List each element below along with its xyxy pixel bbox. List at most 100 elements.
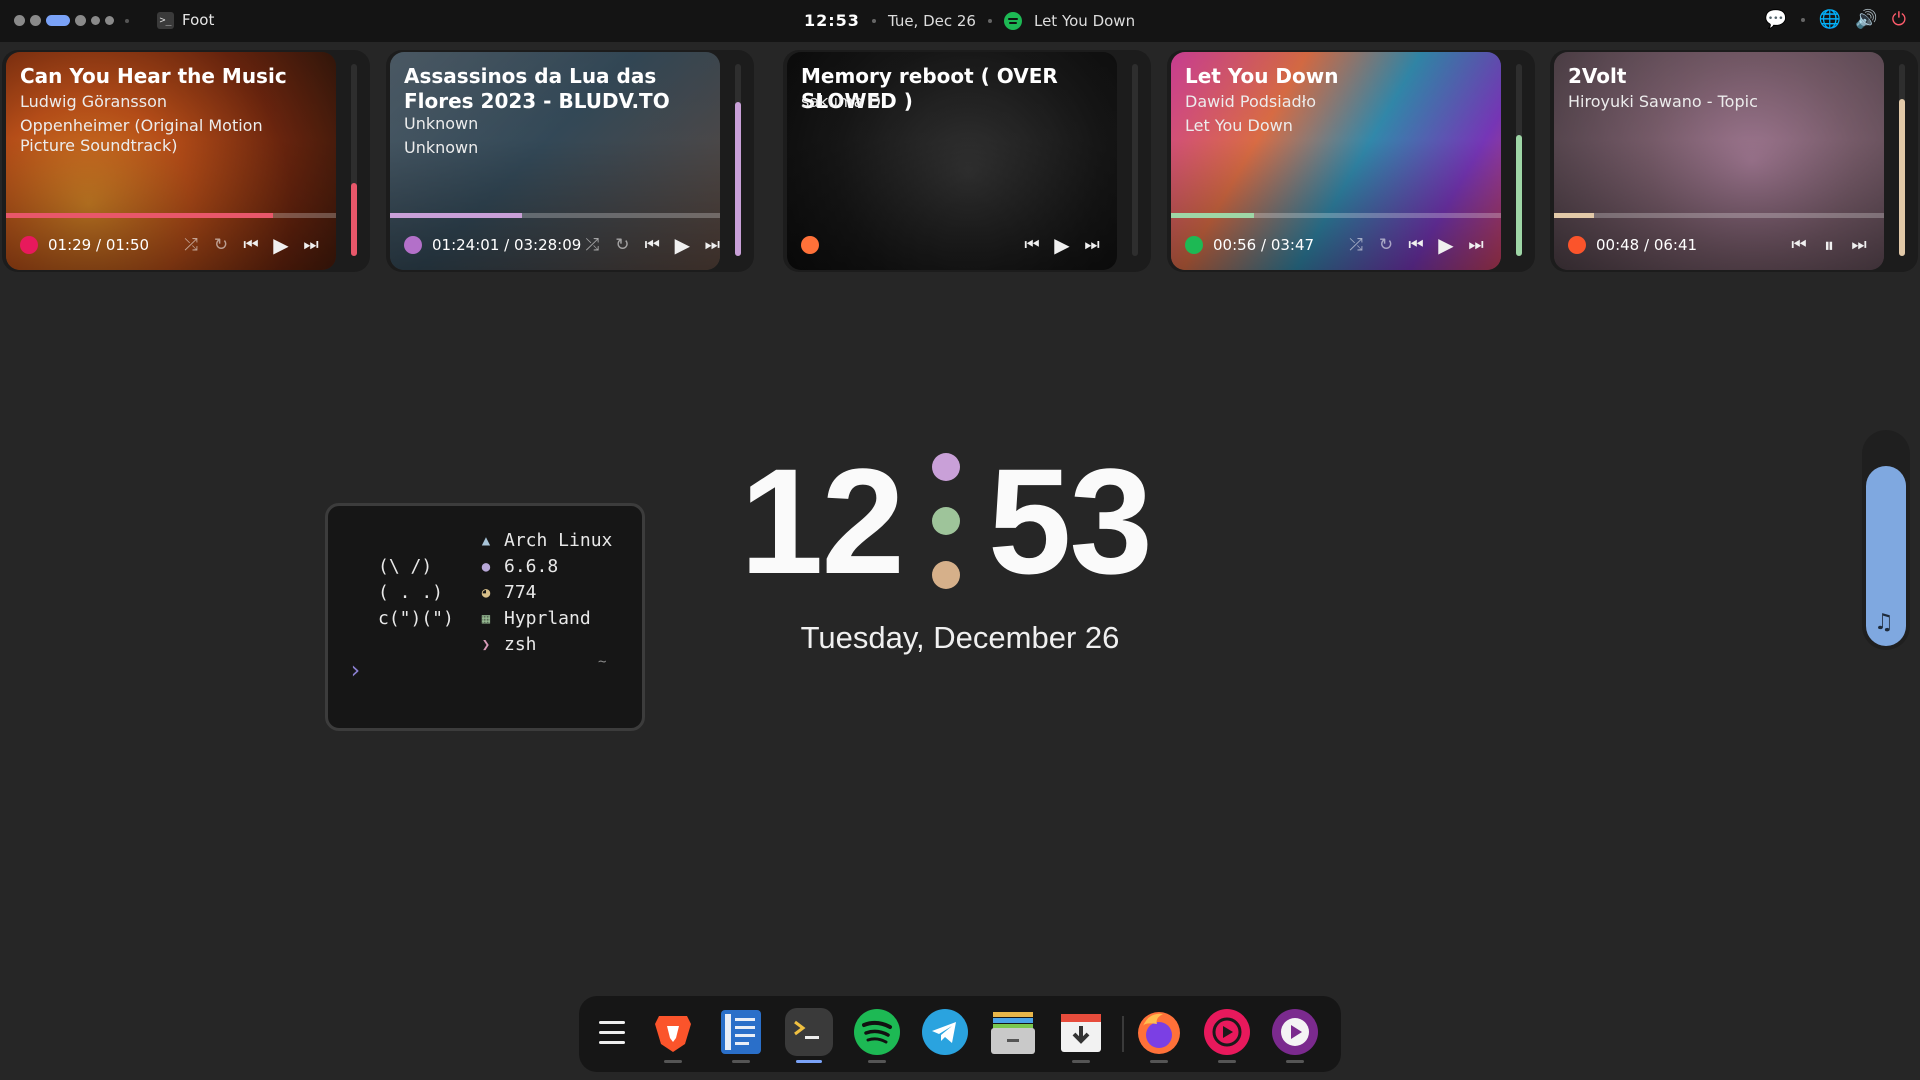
separator-dot xyxy=(987,18,992,23)
prompt-chevron-icon: › xyxy=(348,656,363,684)
info-row-shell: ❯ zsh xyxy=(478,632,612,658)
volume-slider[interactable] xyxy=(1132,64,1138,256)
track-album: Oppenheimer (Original Motion Picture Sou… xyxy=(20,116,263,155)
volume-icon[interactable]: 🔊 xyxy=(1855,9,1877,30)
firefox-icon[interactable] xyxy=(1135,1008,1183,1056)
media-player-icon[interactable] xyxy=(1271,1008,1319,1056)
player-controls: 00:48 / 06:41 ⏮ ⏸ ⏭ xyxy=(1568,234,1870,256)
repeat-button[interactable]: ↻ xyxy=(611,234,633,256)
progress-bar[interactable] xyxy=(1554,213,1884,218)
play-button[interactable]: ▶ xyxy=(1435,234,1457,256)
next-button[interactable]: ⏭ xyxy=(1848,234,1870,256)
track-title: 2Volt xyxy=(1568,64,1627,88)
terminal-icon: >_ xyxy=(157,11,174,29)
progress-bar[interactable] xyxy=(1171,213,1501,218)
album-art: 2Volt Hiroyuki Sawano - Topic 00:48 / 06:4… xyxy=(1554,52,1884,270)
previous-button[interactable]: ⏮ xyxy=(641,234,663,256)
next-button[interactable]: ⏭ xyxy=(701,234,720,256)
text-editor-icon[interactable] xyxy=(717,1008,765,1056)
workspace-dot[interactable] xyxy=(91,16,100,25)
workspace-dot[interactable] xyxy=(105,16,114,25)
repeat-button[interactable]: ↻ xyxy=(1375,234,1397,256)
downloader-icon[interactable] xyxy=(1057,1008,1105,1056)
track-artist: sakuma D xyxy=(801,92,881,111)
album-art: Can You Hear the Music Ludwig Göransson Op… xyxy=(6,52,336,270)
files-icon[interactable] xyxy=(989,1008,1037,1056)
play-button[interactable]: ▶ xyxy=(671,234,693,256)
arch-linux-icon: ▲ xyxy=(481,533,491,549)
media-card[interactable]: Let You Down Dawid Podsiadło Let You Down 0… xyxy=(1167,50,1535,272)
power-icon[interactable]: ⏻ xyxy=(1892,9,1906,30)
info-row-wm: ▦ Hyprland xyxy=(478,606,612,632)
repeat-button[interactable]: ↻ xyxy=(210,234,232,256)
play-button[interactable]: ▶ xyxy=(270,234,292,256)
progress-fill xyxy=(390,213,522,218)
volume-fill xyxy=(1899,98,1905,256)
center-status[interactable]: 12:53 Tue, Dec 26 Let You Down xyxy=(804,11,1135,30)
shuffle-button[interactable]: ⤮ xyxy=(581,234,603,256)
workspace-indicator xyxy=(14,15,129,26)
track-artist: Dawid Podsiadło xyxy=(1185,92,1316,111)
previous-button[interactable]: ⏮ xyxy=(1021,234,1043,256)
player-controls: 01:24:01 / 03:28:09 ⤮ ↻ ⏮ ▶ ⏭ xyxy=(404,234,720,256)
dock-indicator xyxy=(1286,1060,1304,1063)
progress-bar[interactable] xyxy=(390,213,720,218)
foot-terminal-icon[interactable] xyxy=(785,1008,833,1056)
dock-indicator xyxy=(1150,1060,1168,1063)
pause-button[interactable]: ⏸ xyxy=(1818,234,1840,256)
progress-bar[interactable] xyxy=(6,213,336,218)
previous-button[interactable]: ⏮ xyxy=(1405,234,1427,256)
info-packages: 774 xyxy=(504,582,537,603)
dock-indicator xyxy=(1072,1060,1090,1063)
volume-slider[interactable] xyxy=(351,64,357,256)
dock-indicator xyxy=(732,1060,750,1063)
info-kernel: 6.6.8 xyxy=(504,556,559,577)
desktop-clock: 12 53 xyxy=(740,436,1180,606)
active-window[interactable]: >_ Foot xyxy=(157,11,214,29)
music-note-icon: ♫ xyxy=(1874,610,1894,635)
firefox-icon xyxy=(801,236,819,254)
shuffle-button[interactable]: ⤮ xyxy=(1345,234,1367,256)
youtube-music-icon[interactable] xyxy=(1203,1008,1251,1056)
terminal-widget[interactable]: (\ /) ( . .) c(")(") ▲ Arch Linux ● 6.6.… xyxy=(325,503,645,731)
volume-slider[interactable] xyxy=(1516,64,1522,256)
volume-slider[interactable] xyxy=(1899,64,1905,256)
media-card[interactable]: Assassinos da Lua das Flores 2023 - BLUD… xyxy=(386,50,754,272)
player-controls: 01:29 / 01:50 ⤮ ↻ ⏮ ▶ ⏭ xyxy=(20,234,322,256)
media-card[interactable]: Memory reboot ( OVER SLOWED ) sakuma D ⏮ ▶ ⏭ xyxy=(783,50,1151,272)
volume-slider[interactable] xyxy=(735,64,741,256)
media-volume-slider[interactable]: ♫ xyxy=(1862,430,1910,650)
shuffle-button[interactable]: ⤮ xyxy=(180,234,202,256)
separator-dot xyxy=(125,18,129,23)
control-buttons: ⏮ ⏸ ⏭ xyxy=(1788,234,1870,256)
media-card[interactable]: 2Volt Hiroyuki Sawano - Topic 00:48 / 06:4… xyxy=(1550,50,1918,272)
spotify-icon[interactable] xyxy=(853,1008,901,1056)
track-title: Assassinos da Lua das Flores 2023 - BLUD… xyxy=(404,64,670,113)
previous-button[interactable]: ⏮ xyxy=(240,234,262,256)
control-buttons: ⏮ ▶ ⏭ xyxy=(1021,234,1103,256)
brave-icon[interactable] xyxy=(649,1008,697,1056)
dock-indicator xyxy=(1218,1060,1236,1063)
info-row-packages: ◕ 774 xyxy=(478,580,612,606)
play-button[interactable]: ▶ xyxy=(1051,234,1073,256)
track-album: Let You Down xyxy=(1185,116,1293,135)
media-card[interactable]: Can You Hear the Music Ludwig Göransson Op… xyxy=(2,50,370,272)
dock-separator xyxy=(1122,1016,1124,1052)
telegram-icon[interactable] xyxy=(921,1008,969,1056)
previous-button[interactable]: ⏮ xyxy=(1788,234,1810,256)
workspace-dot[interactable] xyxy=(30,15,41,26)
app-menu-icon[interactable] xyxy=(599,1021,625,1051)
top-bar: >_ Foot 12:53 Tue, Dec 26 Let You Down 💬… xyxy=(0,0,1920,42)
workspace-dot[interactable] xyxy=(75,15,86,26)
workspace-dot[interactable] xyxy=(14,15,25,26)
volume-fill xyxy=(1516,135,1522,256)
clock-separator-dot xyxy=(932,453,960,481)
notifications-icon[interactable]: 💬 xyxy=(1764,9,1786,30)
next-button[interactable]: ⏭ xyxy=(300,234,322,256)
network-globe-icon[interactable]: 🌐 xyxy=(1819,9,1841,30)
workspace-dot-active[interactable] xyxy=(46,15,70,26)
linux-kernel-icon: ● xyxy=(481,559,491,575)
next-button[interactable]: ⏭ xyxy=(1081,234,1103,256)
next-button[interactable]: ⏭ xyxy=(1465,234,1487,256)
info-os: Arch Linux xyxy=(504,530,613,551)
